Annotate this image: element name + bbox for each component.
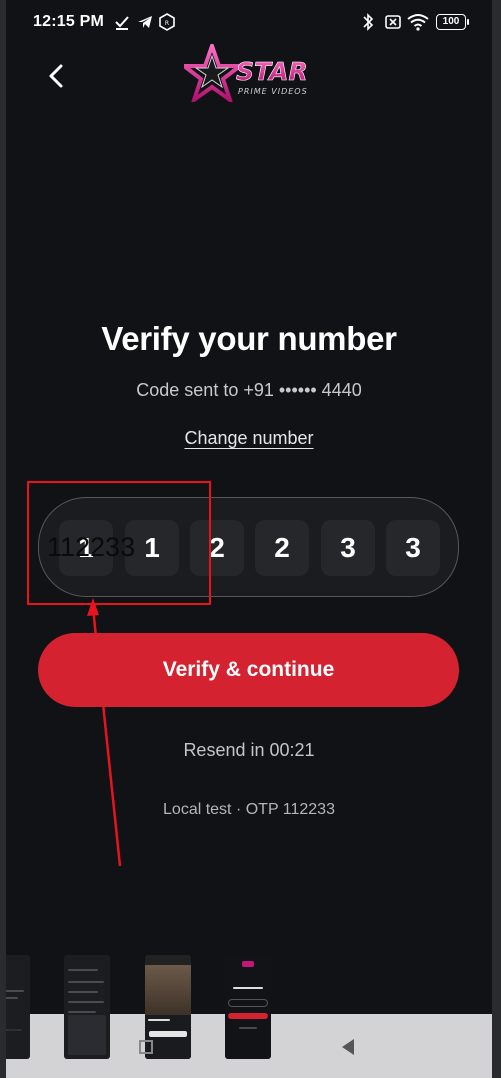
recents-nav-icon[interactable] bbox=[139, 1040, 153, 1054]
sim-off-icon bbox=[384, 12, 402, 32]
status-time: 12:15 PM bbox=[33, 13, 104, 30]
otp-digit-5[interactable]: 3 bbox=[321, 520, 375, 576]
svg-text:R: R bbox=[165, 20, 169, 27]
star-prime-videos-logo: STAR PRIME VIDEOS bbox=[178, 39, 319, 106]
wifi-icon bbox=[407, 12, 429, 32]
change-number-row: Change number bbox=[6, 428, 492, 449]
annotation-highlight-box bbox=[27, 481, 211, 605]
rcs-icon: R bbox=[158, 12, 176, 32]
chevron-left-icon bbox=[49, 64, 63, 88]
local-test-otp-hint: Local test · OTP 112233 bbox=[163, 801, 335, 818]
recent-app-thumbnail[interactable] bbox=[225, 955, 271, 1059]
recents-strip bbox=[6, 955, 492, 1078]
back-button[interactable] bbox=[40, 60, 72, 92]
logo-wordmark: STAR bbox=[236, 57, 308, 86]
change-number-link[interactable]: Change number bbox=[184, 428, 313, 448]
resend-countdown: Resend in 00:21 bbox=[183, 740, 315, 760]
nav-back-triangle-icon[interactable] bbox=[339, 1037, 359, 1057]
logo-subtext: PRIME VIDEOS bbox=[238, 87, 308, 96]
status-bar: 12:15 PM R 100 bbox=[6, 0, 492, 44]
otp-digit-6[interactable]: 3 bbox=[386, 520, 440, 576]
window-edge bbox=[492, 0, 501, 1078]
check-download-icon bbox=[113, 12, 131, 32]
bluetooth-icon bbox=[361, 12, 375, 32]
battery-icon: 100 bbox=[436, 14, 469, 30]
recent-app-thumbnail[interactable] bbox=[64, 955, 110, 1059]
page-title: Verify your number bbox=[101, 320, 397, 357]
otp-digit-4[interactable]: 2 bbox=[255, 520, 309, 576]
telegram-icon bbox=[136, 12, 154, 32]
code-sent-text: Code sent to +91 •••••• 4440 bbox=[136, 380, 362, 400]
app-screen: 12:15 PM R 100 STAR PRIME VIDEOS Verify … bbox=[6, 0, 492, 1078]
recent-app-thumbnail[interactable] bbox=[6, 955, 30, 1059]
verify-continue-button[interactable]: Verify & continue bbox=[38, 633, 459, 707]
